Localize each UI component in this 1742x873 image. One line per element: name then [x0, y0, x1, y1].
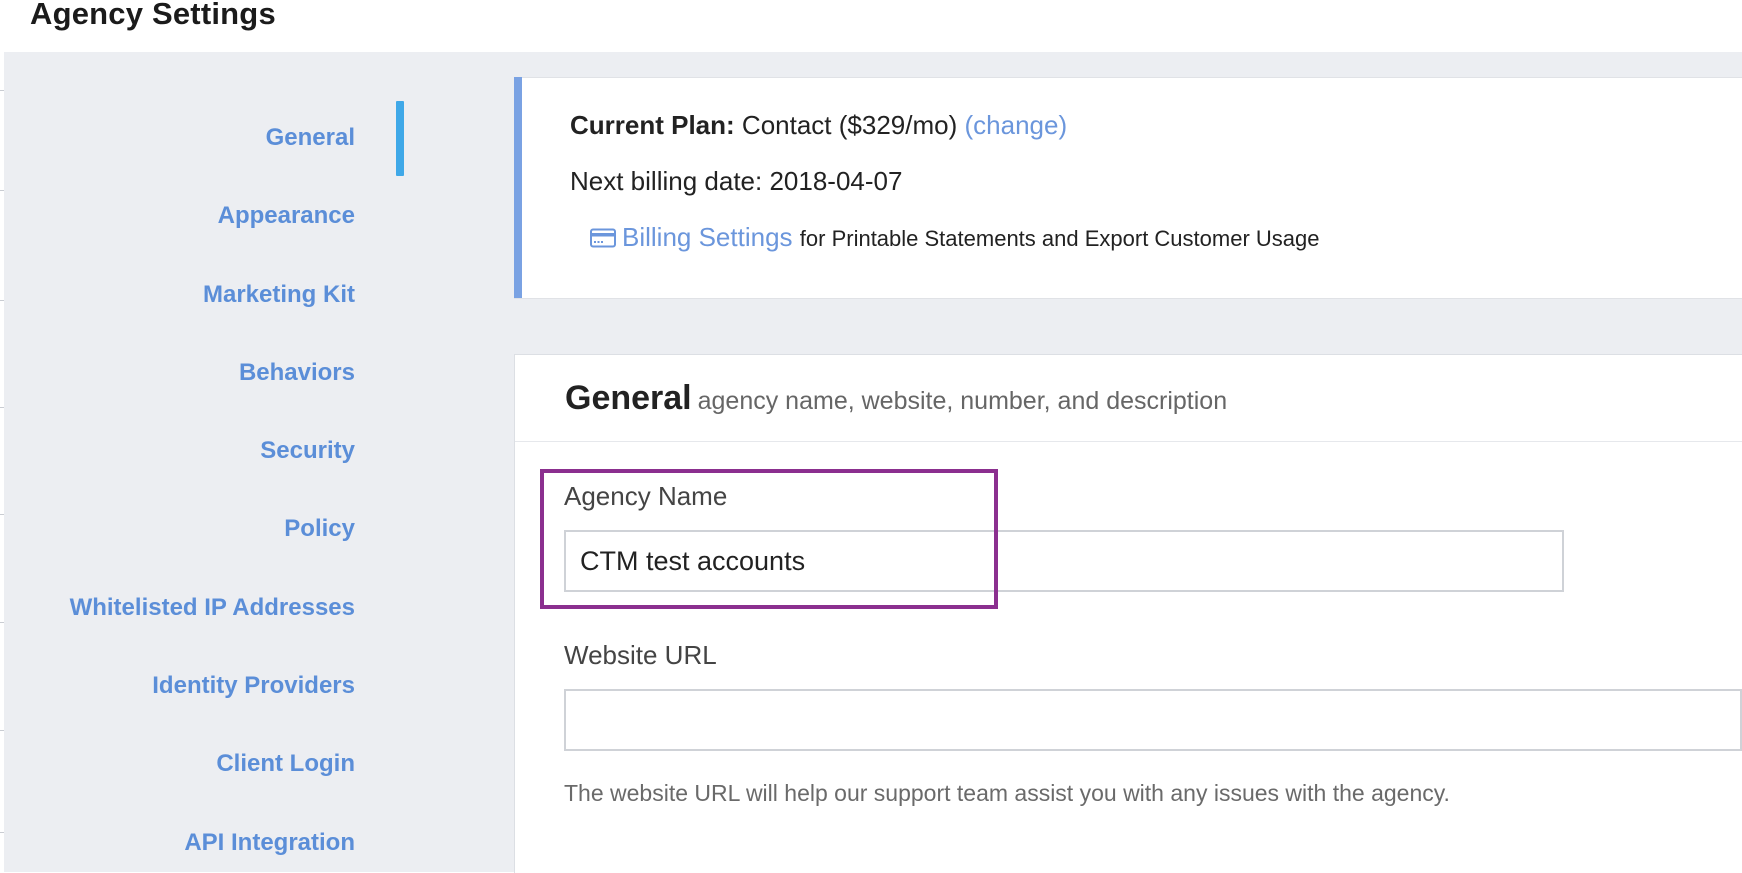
sidebar-item-api-integration[interactable]: API Integration: [184, 823, 355, 863]
credit-card-icon: [590, 228, 616, 248]
general-section-heading: General agency name, website, number, and…: [565, 379, 1227, 418]
current-plan: Current Plan: Contact ($329/mo) (change): [570, 110, 1067, 141]
sidebar-item-identity-providers[interactable]: Identity Providers: [152, 666, 355, 706]
sidebar-item-policy[interactable]: Policy: [284, 509, 355, 549]
page-header: Agency Settings: [0, 0, 1742, 52]
billing-settings-row: Billing Settings for Printable Statement…: [590, 222, 1319, 253]
current-plan-label: Current Plan:: [570, 110, 735, 140]
sidebar-item-general[interactable]: General: [266, 118, 355, 158]
general-title: General: [565, 379, 692, 417]
sidebar-item-client-login[interactable]: Client Login: [216, 744, 355, 784]
billing-settings-label: Billing Settings: [622, 222, 793, 252]
sidebar-item-appearance[interactable]: Appearance: [218, 196, 355, 236]
general-subtitle: agency name, website, number, and descri…: [697, 387, 1228, 415]
sidebar-item-marketing-kit[interactable]: Marketing Kit: [203, 275, 355, 315]
change-plan-link[interactable]: (change): [964, 110, 1067, 140]
agency-name-input[interactable]: [564, 530, 1564, 592]
sidebar-item-behaviors[interactable]: Behaviors: [239, 353, 355, 393]
current-plan-value: Contact ($329/mo): [741, 110, 958, 140]
agency-name-label: Agency Name: [564, 481, 728, 511]
page-title: Agency Settings: [30, 0, 276, 31]
website-url-input[interactable]: [564, 689, 1742, 751]
website-url-help: The website URL will help our support te…: [564, 780, 1450, 806]
next-billing-date: Next billing date: 2018-04-07: [570, 166, 903, 196]
general-card-header: General agency name, website, number, and…: [515, 355, 1742, 442]
website-url-label: Website URL: [564, 640, 717, 670]
plan-card-accent: [514, 77, 522, 298]
sidebar-item-whitelisted-ip-addresses[interactable]: Whitelisted IP Addresses: [70, 588, 355, 628]
billing-settings-link[interactable]: Billing Settings: [590, 222, 800, 252]
billing-settings-note: for Printable Statements and Export Cust…: [799, 226, 1320, 251]
sidebar-active-indicator: [396, 101, 404, 176]
sidebar-item-security[interactable]: Security: [260, 431, 355, 471]
